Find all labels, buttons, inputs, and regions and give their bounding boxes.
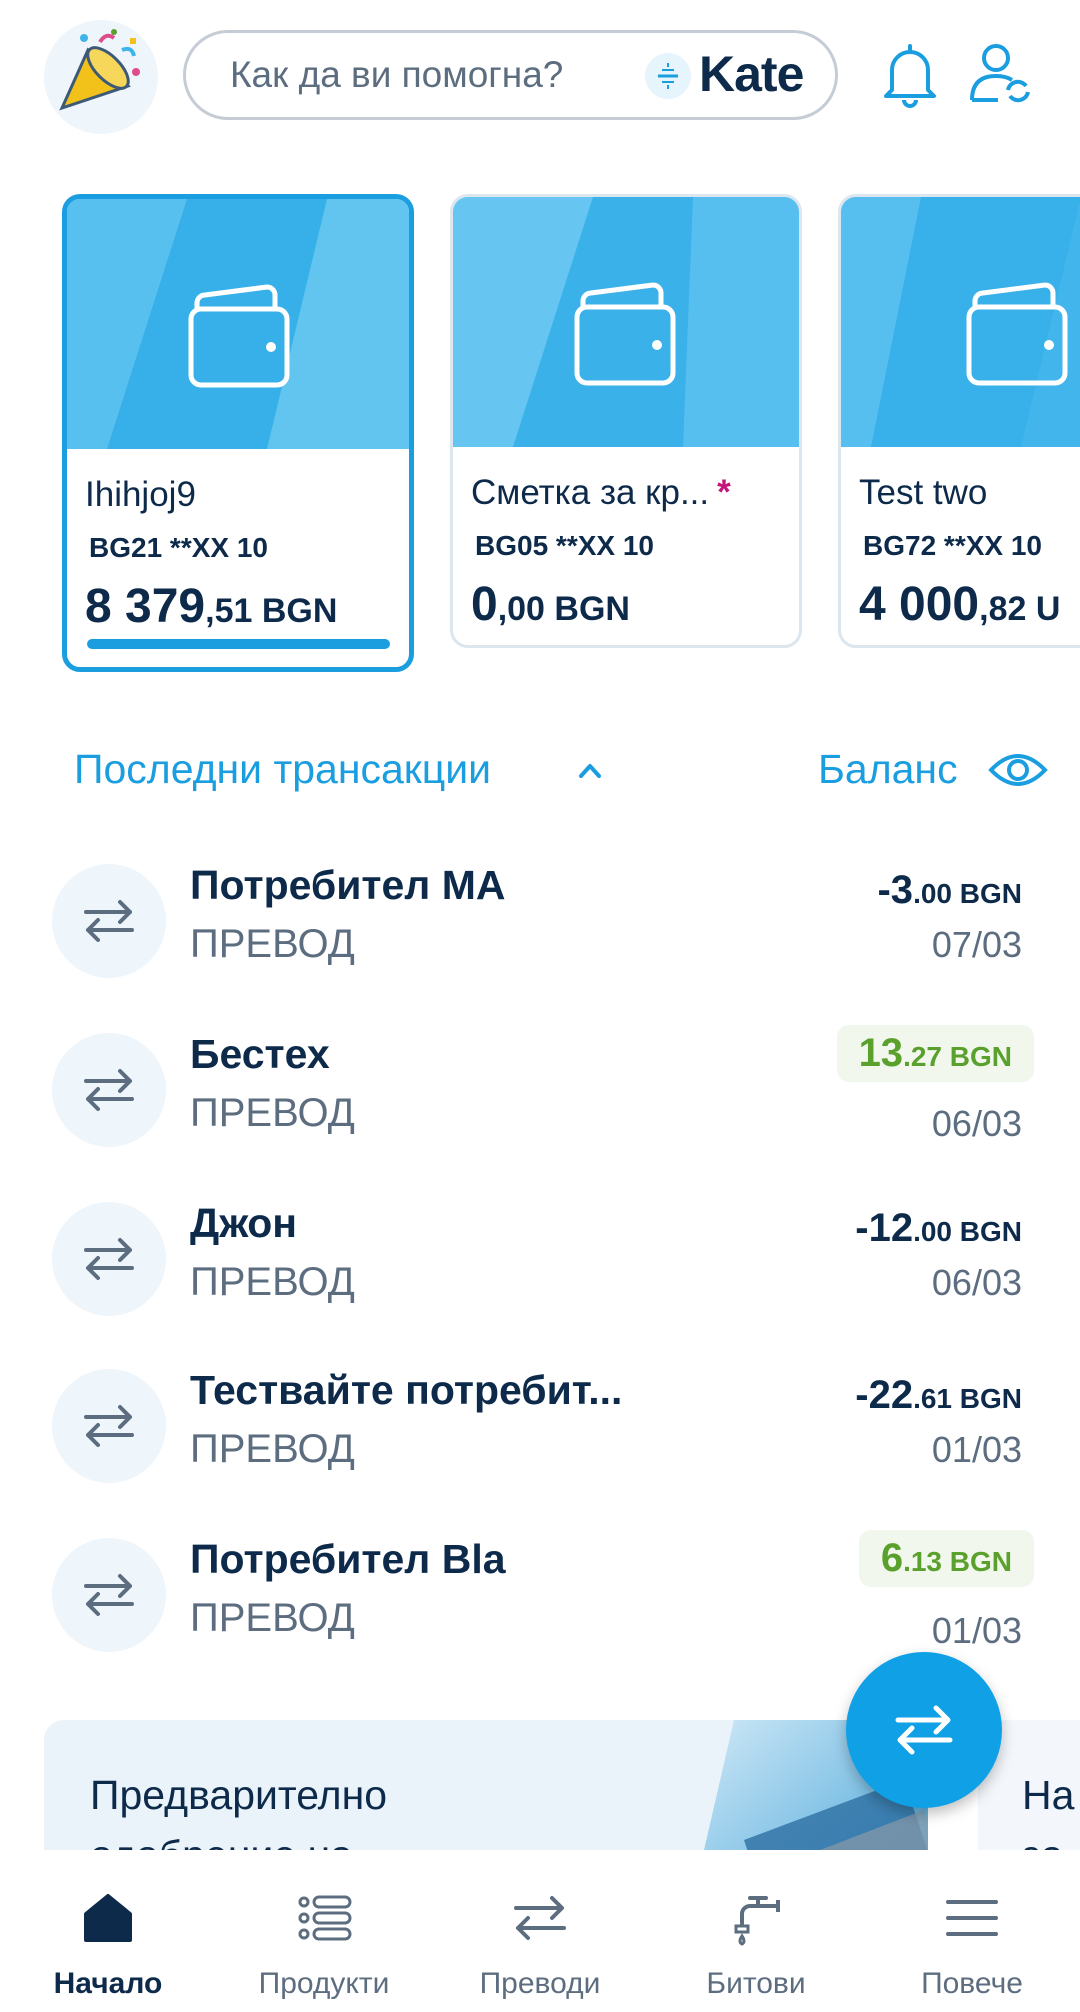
- transaction-date: 06/03: [931, 1103, 1022, 1144]
- transaction-date: 07/03: [931, 924, 1022, 965]
- transaction-date: 01/03: [931, 1429, 1022, 1470]
- account-iban: BG05 **XX 10: [475, 530, 654, 561]
- chevron-up-icon[interactable]: [575, 756, 605, 786]
- selected-indicator: [87, 639, 390, 649]
- account-iban: BG72 **XX 10: [863, 530, 1042, 561]
- account-card[interactable]: Сметка за кр... * BG05 **XX 10 0,00 BGN: [450, 194, 802, 648]
- account-name: Ihihjoj9: [85, 475, 196, 514]
- account-name: Test two: [859, 473, 988, 512]
- transaction-type: ПРЕВОД: [190, 1091, 355, 1135]
- transaction-name: Джон: [190, 1200, 298, 1246]
- transfer-icon: [52, 1538, 166, 1652]
- transaction-type: ПРЕВОД: [190, 1260, 355, 1304]
- favorite-star-icon: *: [717, 473, 731, 512]
- new-transfer-button[interactable]: [846, 1652, 1002, 1808]
- profile-avatar[interactable]: [44, 20, 158, 134]
- kate-assistant-icon: [645, 53, 691, 99]
- account-balance: 4 000,82 U: [859, 578, 1061, 631]
- list-icon: [298, 1895, 352, 1941]
- nav-item-utilities[interactable]: Битови: [648, 1850, 864, 2012]
- eye-icon[interactable]: [988, 748, 1048, 792]
- transfer-icon: [52, 864, 166, 978]
- nav-label: Продукти: [258, 1967, 390, 2000]
- nav-label: Начало: [53, 1967, 163, 2000]
- card-header: [67, 199, 409, 449]
- transaction-type: ПРЕВОД: [190, 922, 355, 966]
- account-card[interactable]: Test two BG72 **XX 10 4 000,82 U: [838, 194, 1080, 648]
- bottom-navigation: Начало Продукти Преводи Битови Повече: [0, 1850, 1080, 2012]
- user-switch-icon[interactable]: [968, 38, 1034, 108]
- transaction-row[interactable]: Бестех ПРЕВОД 13.27 BGN 06/03: [0, 1025, 1080, 1177]
- nav-item-transfers[interactable]: Преводи: [432, 1850, 648, 2012]
- accounts-carousel[interactable]: Ihihjoj9 BG21 **XX 10 8 379,51 BGN Сметк…: [0, 190, 1080, 680]
- nav-label: Повече: [921, 1967, 1023, 2000]
- transaction-row[interactable]: Тествайте потребит... ПРЕВОД -22.61 BGN …: [0, 1363, 1080, 1513]
- nav-label: Битови: [706, 1967, 806, 2000]
- bell-icon[interactable]: [880, 40, 940, 110]
- transaction-type: ПРЕВОД: [190, 1596, 355, 1640]
- home-icon: [84, 1894, 132, 1942]
- account-balance: 8 379,51 BGN: [85, 580, 338, 633]
- transaction-amount: -3.00 BGN: [877, 868, 1022, 912]
- transaction-amount: -12.00 BGN: [855, 1206, 1022, 1250]
- card-header: [841, 197, 1080, 447]
- party-popper-icon: [59, 29, 140, 111]
- transfer-icon: [52, 1033, 166, 1147]
- transaction-amount: 13.27 BGN: [836, 1025, 1034, 1082]
- search-bar[interactable]: Kate: [183, 30, 838, 120]
- account-balance: 0,00 BGN: [471, 578, 630, 631]
- wallet-icon: [188, 284, 290, 388]
- transaction-amount: -22.61 BGN: [855, 1373, 1022, 1417]
- account-name: Сметка за кр... *: [471, 473, 731, 512]
- kate-assistant-label[interactable]: Kate: [699, 45, 804, 103]
- transfer-icon: [52, 1369, 166, 1483]
- transaction-name: Потребител МА: [190, 862, 506, 908]
- transaction-date: 06/03: [931, 1262, 1022, 1303]
- transaction-name: Тествайте потребит...: [190, 1367, 623, 1413]
- transfer-icon: [895, 1705, 953, 1755]
- transaction-name: Бестех: [190, 1031, 330, 1077]
- transaction-amount: 6.13 BGN: [858, 1530, 1034, 1587]
- account-iban: BG21 **XX 10: [89, 532, 268, 563]
- transfer-icon: [514, 1896, 566, 1940]
- recent-transactions-title[interactable]: Последни трансакции: [74, 746, 491, 793]
- app-header: Kate: [0, 0, 1080, 160]
- transaction-row[interactable]: Джон ПРЕВОД -12.00 BGN 06/03: [0, 1196, 1080, 1346]
- wallet-icon: [574, 282, 676, 386]
- nav-item-products[interactable]: Продукти: [216, 1850, 432, 2012]
- wallet-icon: [966, 282, 1068, 386]
- nav-item-home[interactable]: Начало: [0, 1850, 216, 2012]
- balance-toggle-label[interactable]: Баланс: [818, 746, 958, 793]
- account-card[interactable]: Ihihjoj9 BG21 **XX 10 8 379,51 BGN: [62, 194, 414, 672]
- faucet-icon: [734, 1896, 780, 1946]
- transaction-row[interactable]: Потребител МА ПРЕВОД -3.00 BGN 07/03: [0, 858, 1080, 1008]
- transaction-name: Потребител Bla: [190, 1536, 506, 1582]
- menu-icon: [946, 1900, 998, 1936]
- nav-label: Преводи: [479, 1967, 601, 2000]
- transaction-type: ПРЕВОД: [190, 1427, 355, 1471]
- transaction-date: 01/03: [931, 1610, 1022, 1651]
- card-header: [453, 197, 799, 447]
- nav-item-more[interactable]: Повече: [864, 1850, 1080, 2012]
- search-input[interactable]: [230, 33, 590, 117]
- transfer-icon: [52, 1202, 166, 1316]
